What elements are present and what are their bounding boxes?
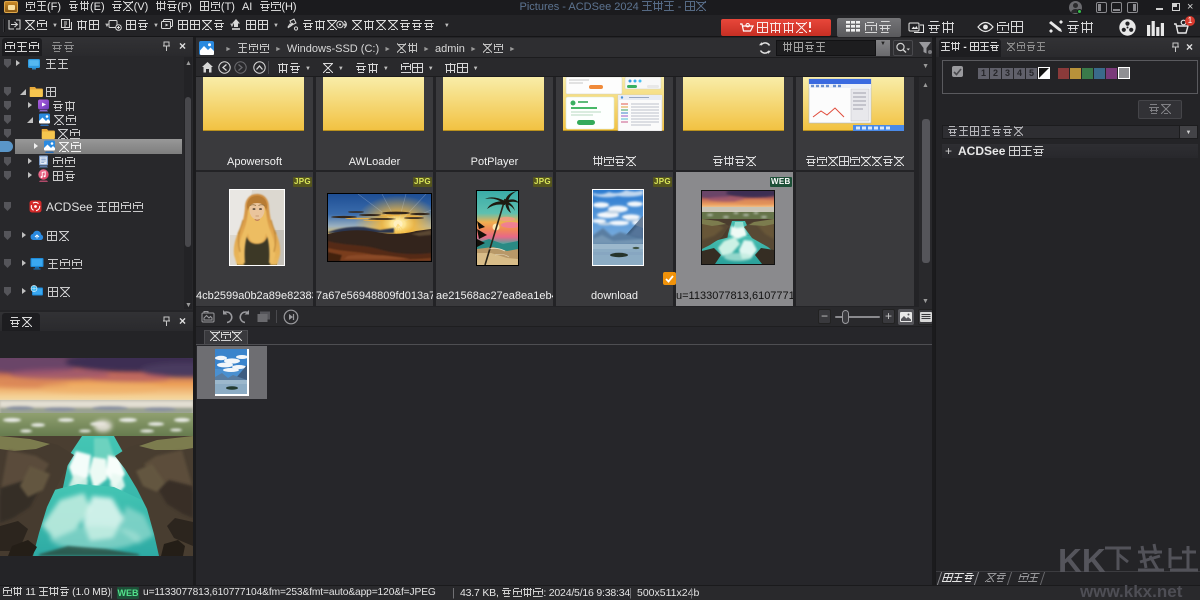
svg-text:www.kkx.net: www.kkx.net	[1079, 582, 1183, 600]
svg-text:KK: KK	[1058, 542, 1106, 579]
